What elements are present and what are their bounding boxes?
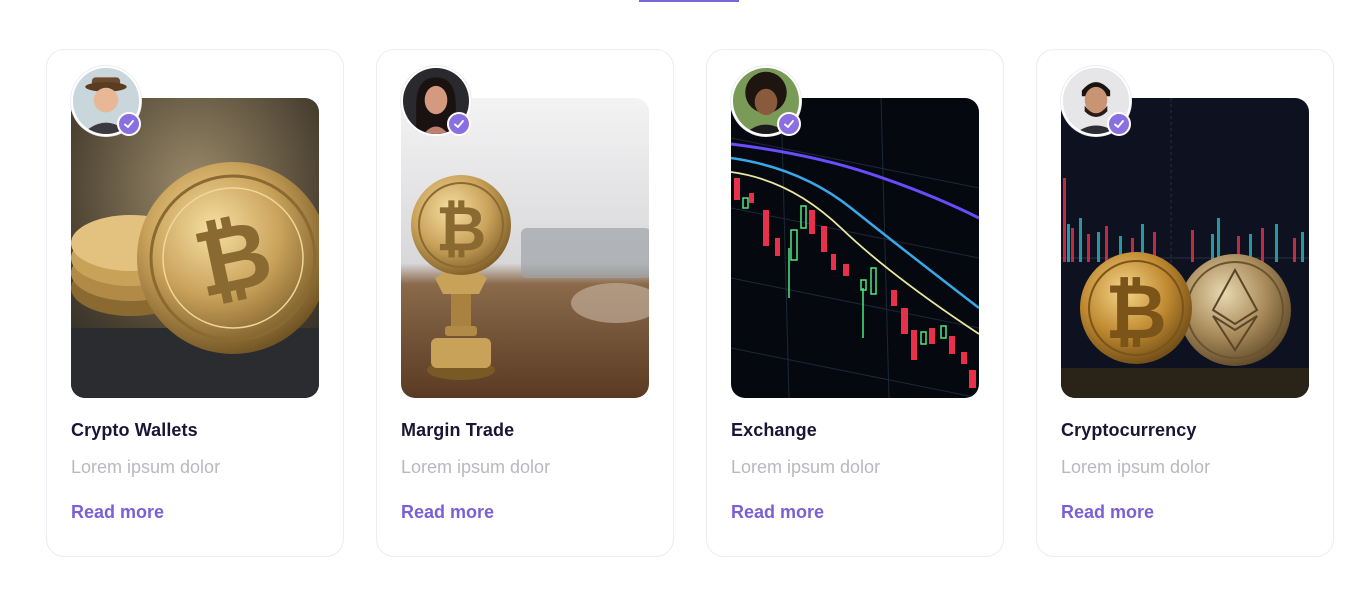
card-title: Margin Trade [401,420,515,440]
crypto-coins-image: ₿ [1061,98,1309,398]
service-card: ₿ Cryptocurrency Lorem ipsum dolor Read … [1036,49,1334,557]
check-icon [784,120,794,128]
card-description: Lorem ipsum dolor [731,457,881,477]
candlestick-chart-image [731,98,979,398]
card-description: Lorem ipsum dolor [71,457,221,477]
verified-badge [1107,112,1131,136]
card-image[interactable]: ₿ [71,98,319,398]
read-more-link[interactable]: Read more [71,502,164,523]
service-card: ₿ Margin Trade Lorem ipsum dolor Read mo… [376,49,674,557]
bitcoin-coins-image: ₿ [71,98,319,398]
read-more-link[interactable]: Read more [1061,502,1154,523]
svg-text:₿: ₿ [1105,270,1167,355]
bitcoin-stand-image: ₿ [401,98,649,398]
card-description: Lorem ipsum dolor [1061,457,1211,477]
section-underline [639,0,739,2]
check-icon [454,120,464,128]
verified-badge [117,112,141,136]
card-title: Crypto Wallets [71,420,198,440]
cards-row: ₿ Crypto Wallets Lorem ipsum dolor Read … [46,49,1334,557]
verified-badge [447,112,471,136]
card-title: Cryptocurrency [1061,420,1197,440]
card-image[interactable] [731,98,979,398]
svg-text:₿: ₿ [436,195,487,264]
card-description: Lorem ipsum dolor [401,457,551,477]
read-more-link[interactable]: Read more [731,502,824,523]
verified-badge [777,112,801,136]
check-icon [124,120,134,128]
service-card: ₿ Crypto Wallets Lorem ipsum dolor Read … [46,49,344,557]
card-image[interactable]: ₿ [401,98,649,398]
read-more-link[interactable]: Read more [401,502,494,523]
service-card: Exchange Lorem ipsum dolor Read more [706,49,1004,557]
card-title: Exchange [731,420,817,440]
check-icon [1114,120,1124,128]
card-image[interactable]: ₿ [1061,98,1309,398]
